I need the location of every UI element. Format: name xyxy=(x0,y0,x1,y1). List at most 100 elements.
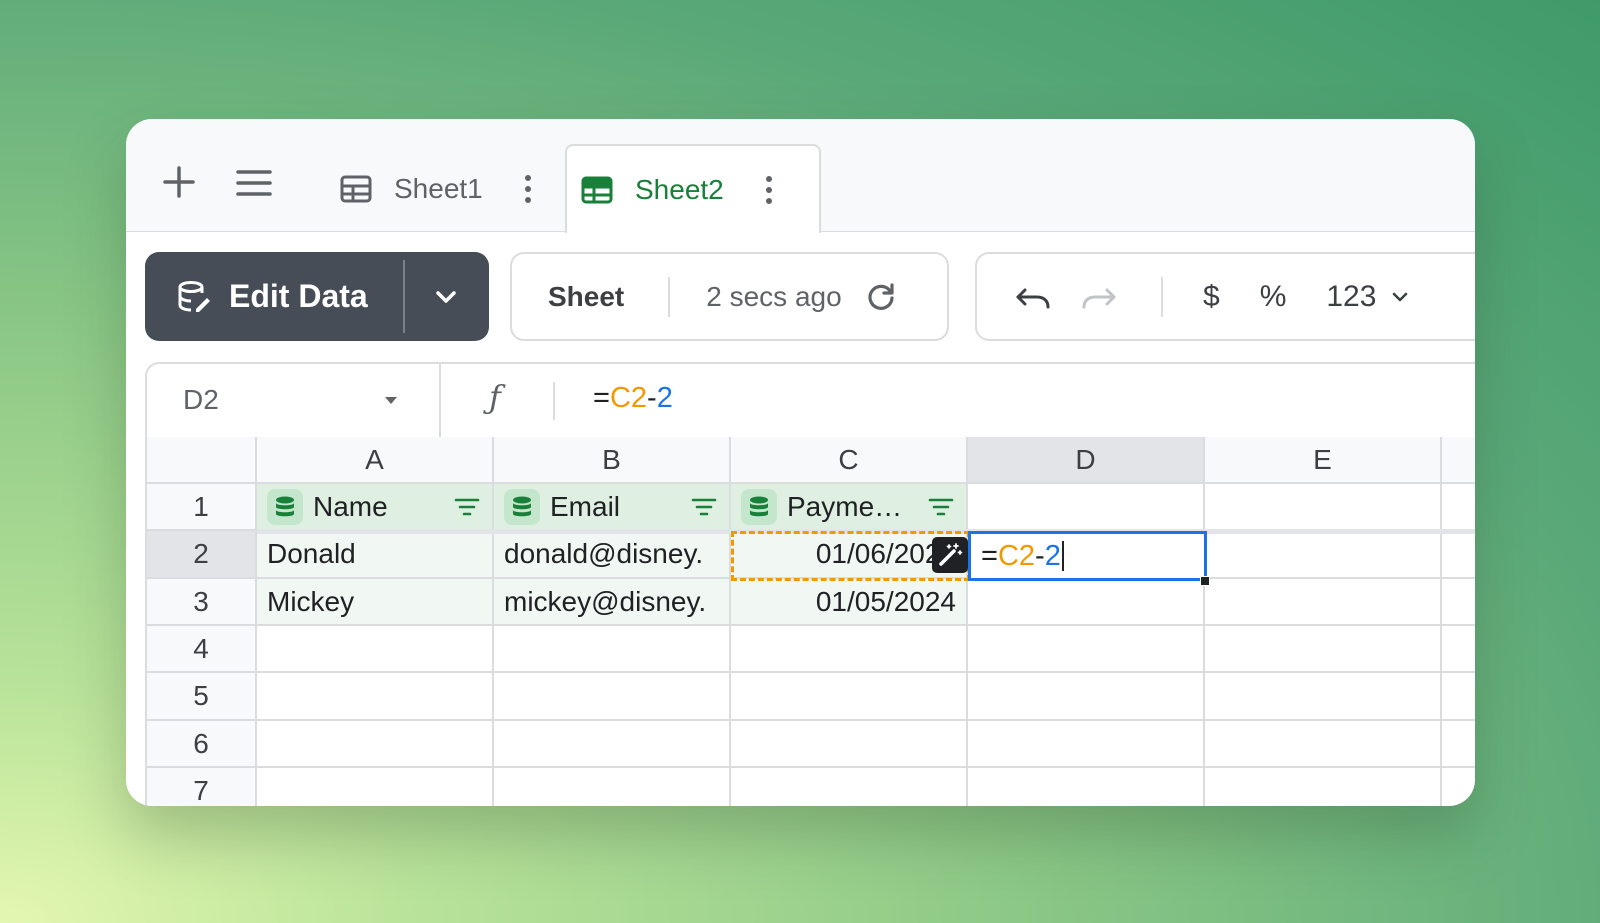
edit-data-button[interactable]: Edit Data xyxy=(145,252,489,341)
plus-icon[interactable] xyxy=(162,165,196,199)
cell-b3[interactable]: mickey@disney. xyxy=(494,579,731,626)
format-toolbar: $ % 123 xyxy=(975,252,1475,341)
table-header-email[interactable]: Email xyxy=(494,484,731,531)
cell-b7[interactable] xyxy=(494,768,731,806)
filter-icon[interactable] xyxy=(691,497,717,517)
cell-c6[interactable] xyxy=(731,721,968,768)
cell-f3[interactable] xyxy=(1442,579,1475,626)
column-header-f[interactable] xyxy=(1442,437,1475,484)
cell-a7[interactable] xyxy=(257,768,494,806)
cell-d5[interactable] xyxy=(968,673,1205,721)
database-edit-icon xyxy=(178,280,210,312)
cell-f1[interactable] xyxy=(1442,484,1475,531)
header-label: Payme… xyxy=(787,490,903,522)
header-label: Email xyxy=(550,490,621,522)
table-icon xyxy=(340,175,372,202)
cell-f6[interactable] xyxy=(1442,721,1475,768)
cell-e2[interactable] xyxy=(1205,531,1442,579)
cell-c4[interactable] xyxy=(731,626,968,673)
filter-icon[interactable] xyxy=(928,497,954,517)
hamburger-icon[interactable] xyxy=(236,169,272,197)
refresh-icon[interactable] xyxy=(866,282,896,312)
formula-input[interactable]: =C2-2 xyxy=(593,382,673,415)
cell-e7[interactable] xyxy=(1205,768,1442,806)
cell-e1[interactable] xyxy=(1205,484,1442,531)
magic-wand-icon[interactable] xyxy=(932,537,968,573)
database-icon xyxy=(504,488,540,525)
divider xyxy=(403,260,405,333)
chevron-down-icon[interactable] xyxy=(429,280,463,314)
cell-b6[interactable] xyxy=(494,721,731,768)
table-header-payment[interactable]: Payme… xyxy=(731,484,968,531)
formula-token: C2 xyxy=(609,382,648,414)
cell-e3[interactable] xyxy=(1205,579,1442,626)
edit-data-label: Edit Data xyxy=(229,278,368,314)
cell-d4[interactable] xyxy=(968,626,1205,673)
cell-b4[interactable] xyxy=(494,626,731,673)
cell-f7[interactable] xyxy=(1442,768,1475,806)
formula-token: - xyxy=(647,382,657,414)
divider xyxy=(1161,276,1163,317)
row-header-6[interactable]: 6 xyxy=(145,721,257,768)
header-label: Name xyxy=(313,490,388,522)
cell-f5[interactable] xyxy=(1442,673,1475,721)
cell-c7[interactable] xyxy=(731,768,968,806)
cell-d1[interactable] xyxy=(968,484,1205,531)
tab-sheet1-label: Sheet1 xyxy=(394,172,483,204)
cell-a2[interactable]: Donald xyxy=(257,531,494,579)
divider xyxy=(668,276,671,317)
cell-f2[interactable] xyxy=(1442,531,1475,579)
tab-sheet1[interactable]: Sheet1 xyxy=(326,144,556,233)
cell-a4[interactable] xyxy=(257,626,494,673)
column-header-e[interactable]: E xyxy=(1205,437,1442,484)
function-icon: ƒ xyxy=(489,378,501,416)
number-format-button[interactable]: 123 xyxy=(1326,280,1376,314)
table-icon xyxy=(581,176,613,203)
undo-icon[interactable] xyxy=(1015,282,1051,312)
column-header-b[interactable]: B xyxy=(494,437,731,484)
row-header-7[interactable]: 7 xyxy=(145,768,257,806)
cell-c3[interactable]: 01/05/2024 xyxy=(731,579,968,626)
sheet-mode-button[interactable]: Sheet xyxy=(548,281,624,313)
fill-handle[interactable] xyxy=(1200,576,1210,586)
formula-token: - xyxy=(1035,539,1045,572)
cell-f4[interactable] xyxy=(1442,626,1475,673)
cell-reference-box[interactable]: D2 xyxy=(183,384,219,416)
cell-d7[interactable] xyxy=(968,768,1205,806)
row-header-1[interactable]: 1 xyxy=(145,484,257,531)
cell-a6[interactable] xyxy=(257,721,494,768)
more-vert-icon[interactable] xyxy=(523,174,533,204)
chevron-down-icon[interactable] xyxy=(1390,287,1410,307)
tab-sheet2[interactable]: Sheet2 xyxy=(565,144,821,233)
formula-token: = xyxy=(593,382,610,414)
cell-b5[interactable] xyxy=(494,673,731,721)
filter-icon[interactable] xyxy=(454,497,480,517)
row-header-4[interactable]: 4 xyxy=(145,626,257,673)
redo-icon[interactable] xyxy=(1081,282,1117,312)
divider xyxy=(553,382,555,420)
select-all-corner[interactable] xyxy=(145,437,257,484)
column-header-a[interactable]: A xyxy=(257,437,494,484)
cell-c5[interactable] xyxy=(731,673,968,721)
cell-a5[interactable] xyxy=(257,673,494,721)
formula-token: = xyxy=(981,539,998,572)
row-header-3[interactable]: 3 xyxy=(145,579,257,626)
cell-e4[interactable] xyxy=(1205,626,1442,673)
caret-down-icon[interactable] xyxy=(383,392,399,408)
table-header-name[interactable]: Name xyxy=(257,484,494,531)
cell-a3[interactable]: Mickey xyxy=(257,579,494,626)
row-header-5[interactable]: 5 xyxy=(145,673,257,721)
column-header-d[interactable]: D xyxy=(968,437,1205,484)
cell-e6[interactable] xyxy=(1205,721,1442,768)
cell-e5[interactable] xyxy=(1205,673,1442,721)
cell-d6[interactable] xyxy=(968,721,1205,768)
cell-b2[interactable]: donald@disney. xyxy=(494,531,731,579)
frozen-row-divider xyxy=(257,529,1475,534)
column-header-c[interactable]: C xyxy=(731,437,968,484)
percent-format-button[interactable]: % xyxy=(1260,280,1287,314)
more-vert-icon[interactable] xyxy=(764,175,774,205)
cell-d3[interactable] xyxy=(968,579,1205,626)
row-header-2[interactable]: 2 xyxy=(145,531,257,579)
active-cell-editor[interactable]: = C2-2 xyxy=(968,531,1207,581)
currency-format-button[interactable]: $ xyxy=(1203,280,1220,314)
